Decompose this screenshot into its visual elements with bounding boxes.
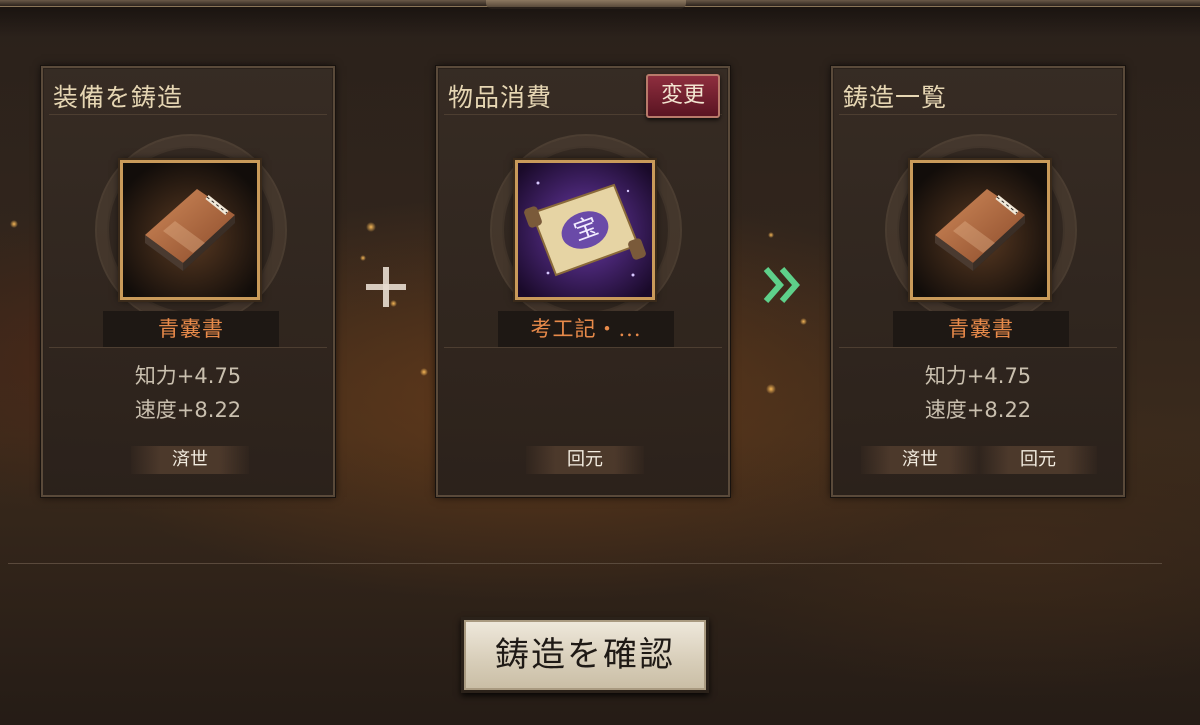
section-divider [8,563,1162,564]
book-icon [913,163,1047,297]
result-item-slot[interactable] [910,160,1050,300]
plus-icon [366,267,406,307]
result-stat-intelligence: 知力+4.75 [924,364,1032,388]
ember-spark [10,220,18,228]
consume-item-name: 考工記・... [498,311,674,347]
ember-spark [766,384,776,394]
result-item-name: 青嚢書 [893,311,1069,347]
change-button[interactable]: 変更 [646,74,720,118]
result-stat-speed: 速度+8.22 [924,398,1032,422]
consume-panel: 物品消費 変更 宝 考工記・... 回元 [435,65,731,498]
equip-panel: 装備を鋳造 青嚢書 知力+4.75 速度+8.22 済世 [40,65,336,498]
equip-stat-intelligence: 知力+4.75 [134,364,242,388]
top-shadow-band [0,7,1200,37]
result-skill-tag: 済世 [861,446,979,474]
consume-panel-title: 物品消費 [448,83,553,112]
name-divider [444,347,722,348]
ember-spark [366,222,376,232]
result-skill-tag: 回元 [979,446,1097,474]
ember-spark [768,232,774,238]
name-divider [839,347,1117,348]
ember-spark [420,368,428,376]
equip-item-name: 青嚢書 [103,311,279,347]
ember-spark [360,255,366,261]
equip-skill-tag: 済世 [131,446,249,474]
equip-panel-header: 装備を鋳造 [49,74,327,115]
result-panel-title: 鋳造一覧 [843,83,948,112]
equip-panel-title: 装備を鋳造 [53,83,184,112]
equip-stat-speed: 速度+8.22 [134,398,242,422]
equip-item-slot[interactable] [120,160,260,300]
consume-skill-tag: 回元 [526,446,644,474]
consume-item-slot[interactable]: 宝 [515,160,655,300]
confirm-forge-button[interactable]: 鋳造を確認 [461,617,709,693]
book-icon [123,163,257,297]
ember-spark [800,318,807,325]
name-divider [49,347,327,348]
result-panel-header: 鋳造一覧 [839,74,1117,115]
consume-panel-header: 物品消費 変更 [444,74,722,118]
double-chevron-right-icon [763,267,800,303]
result-panel: 鋳造一覧 青嚢書 知力+4.75 速度+8.22 済世 回元 [830,65,1126,498]
